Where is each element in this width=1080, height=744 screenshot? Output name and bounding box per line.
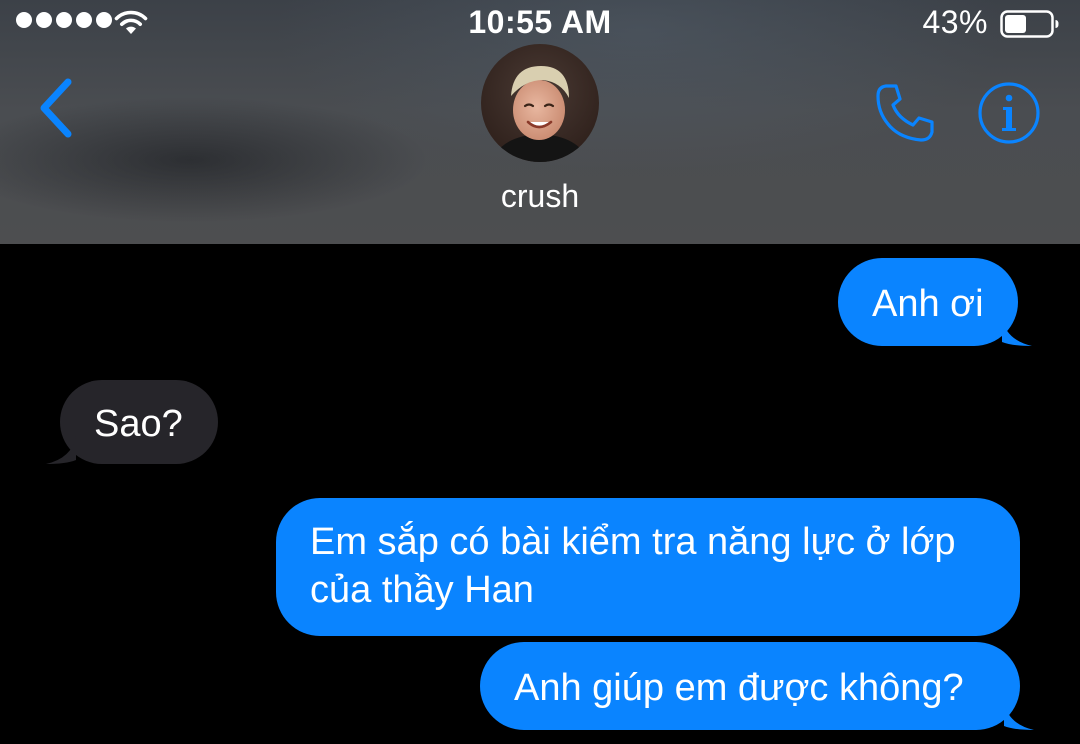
outgoing-message-bubble[interactable]: Anh ơi: [838, 258, 1032, 346]
info-icon[interactable]: [976, 80, 1042, 146]
message-text: Sao?: [94, 403, 183, 445]
outgoing-message-bubble[interactable]: Em sắp có bài kiểm tra năng lực ở lớp củ…: [276, 498, 1020, 636]
bubble-tail-icon: [46, 436, 76, 464]
phone-icon[interactable]: [872, 80, 938, 146]
message-text: Em sắp có bài kiểm tra năng lực ở lớp củ…: [310, 521, 956, 611]
status-bar: 10:55 AM 43%: [0, 0, 1080, 46]
contact-avatar[interactable]: [481, 44, 599, 162]
incoming-message-bubble[interactable]: Sao?: [46, 380, 218, 464]
contact-name[interactable]: crush: [0, 178, 1080, 215]
message-text: Anh ơi: [872, 283, 984, 325]
chevron-left-icon[interactable]: [32, 76, 80, 140]
outgoing-message-bubble[interactable]: Anh giúp em được không?: [480, 642, 1034, 730]
conversation-header: 10:55 AM 43% crush: [0, 0, 1080, 244]
message-text: Anh giúp em được không?: [514, 667, 964, 709]
status-time: 10:55 AM: [468, 4, 612, 40]
battery-percent: 43%: [922, 4, 988, 40]
messages-screen: 10:55 AM 43% crush Anh ơi Sao? Em sắp có…: [0, 0, 1080, 744]
battery-icon: [1000, 10, 1059, 38]
